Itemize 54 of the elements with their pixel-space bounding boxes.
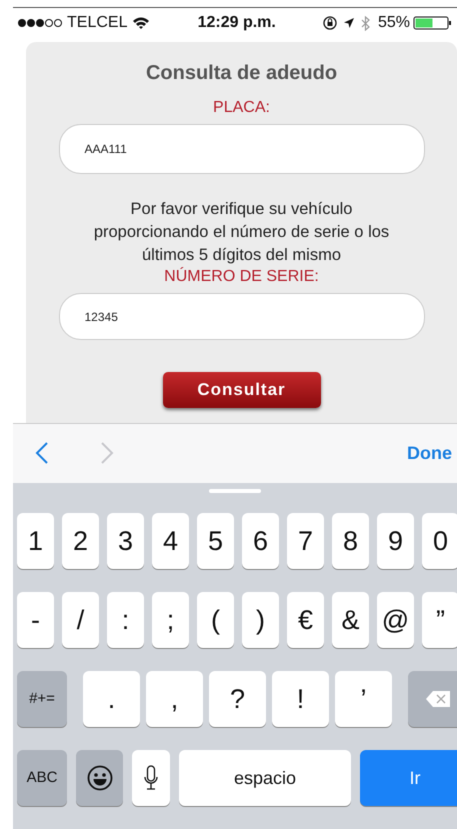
keyboard-key[interactable]: 1 [17, 513, 54, 569]
microphone-key[interactable] [132, 750, 170, 806]
keyboard-key[interactable]: ’ [335, 671, 392, 727]
signal-icon [17, 18, 63, 28]
keyboard-key[interactable]: 0 [422, 513, 457, 569]
keyboard-key[interactable]: #+= [17, 671, 67, 727]
delete-key[interactable] [408, 671, 457, 727]
location-icon [342, 17, 355, 30]
keyboard-key[interactable]: , [146, 671, 203, 727]
bluetooth-icon [360, 16, 370, 31]
keyboard-key[interactable]: 7 [287, 513, 324, 569]
keyboard-key[interactable]: ! [272, 671, 329, 727]
keyboard-key[interactable]: € [287, 592, 324, 648]
wifi-icon [132, 16, 150, 30]
keyboard-key[interactable]: : [107, 592, 144, 648]
keyboard-key[interactable]: 3 [107, 513, 144, 569]
keyboard-key[interactable]: @ [377, 592, 414, 648]
keyboard-key[interactable]: ; [152, 592, 189, 648]
microphone-icon [144, 765, 158, 791]
done-button[interactable]: Done [407, 440, 452, 467]
clock-time: 12:29 p.m. [198, 13, 276, 34]
keyboard-key[interactable]: 9 [377, 513, 414, 569]
keyboard-key[interactable]: ABC [17, 750, 67, 806]
keyboard-key[interactable]: & [332, 592, 369, 648]
keyboard-key[interactable]: ) [242, 592, 279, 648]
plate-field[interactable]: AAA111 [58, 124, 424, 174]
battery-percent: 55% [378, 13, 410, 34]
keyboard-key[interactable]: ? [209, 671, 266, 727]
form-title: Consulta de adeudo [146, 61, 338, 86]
emoji-key[interactable] [76, 750, 123, 806]
keyboard-key[interactable]: 2 [62, 513, 99, 569]
carrier-name: TELCEL [67, 13, 128, 34]
keyboard-key[interactable]: 8 [332, 513, 369, 569]
space-key[interactable]: espacio [179, 750, 351, 806]
backspace-icon [425, 690, 451, 708]
serial-field[interactable]: 12345 [58, 293, 424, 340]
rotation-lock-icon [322, 16, 337, 30]
keyboard-key[interactable]: ” [422, 592, 457, 648]
smiley-icon [86, 765, 112, 791]
previous-icon[interactable] [35, 441, 49, 466]
battery-icon [413, 16, 454, 30]
go-key[interactable]: Ir [360, 750, 457, 806]
keyboard-key[interactable]: / [62, 592, 99, 648]
keyboard-key[interactable]: . [83, 671, 140, 727]
keyboard-key[interactable]: 6 [242, 513, 279, 569]
serial-label: NÚMERO DE SERIE: [164, 266, 319, 288]
keyboard-key[interactable]: ( [197, 592, 234, 648]
keyboard-key[interactable]: 4 [152, 513, 189, 569]
keyboard-handle[interactable] [209, 489, 261, 493]
consult-button[interactable]: Consultar [162, 372, 320, 408]
keyboard-key[interactable]: 5 [197, 513, 234, 569]
plate-label: PLACA: [213, 98, 270, 118]
keyboard-key[interactable]: - [17, 592, 54, 648]
verification-message: Por favor verifique su vehículo proporcionando el número de serie o los últimos 5 dígitos del mismo [92, 199, 390, 266]
